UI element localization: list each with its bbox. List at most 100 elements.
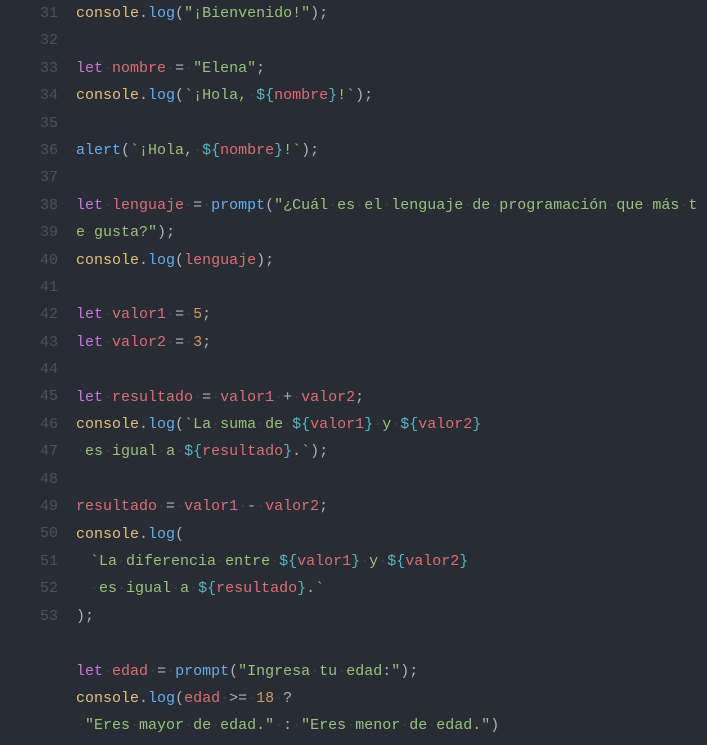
token-ws: ·	[328, 197, 337, 214]
token-str: y	[369, 553, 378, 570]
code-line[interactable]: console.log(`¡Hola,·${nombre}!`);	[76, 82, 699, 109]
token-obj: console	[76, 690, 139, 707]
code-line[interactable]: console.log(edad·>=·18·?·"Eres·mayor·de·…	[76, 685, 699, 740]
token-str: `¡Hola,	[130, 142, 193, 159]
token-ws: ·	[643, 197, 652, 214]
token-fn: prompt	[175, 663, 229, 680]
token-tpl: }	[328, 87, 337, 104]
token-ws: ·	[346, 717, 355, 734]
line-number: 53	[0, 603, 58, 630]
token-obj: console	[76, 5, 139, 22]
code-line[interactable]: `La·diferencia·entre·${valor1}·y·${valor…	[76, 548, 699, 603]
code-line[interactable]: console.log(lenguaje);	[76, 247, 699, 274]
line-number: 48	[0, 466, 58, 493]
token-op: ;	[319, 498, 328, 515]
code-line[interactable]: let·nombre·=·"Elena";	[76, 55, 699, 82]
token-str: entre	[225, 553, 270, 570]
line-number: 34	[0, 82, 58, 109]
code-line[interactable]	[76, 466, 699, 493]
token-op: -	[247, 498, 256, 515]
token-ws: ·	[382, 197, 391, 214]
token-str: que	[616, 197, 643, 214]
code-line[interactable]: let·valor2·=·3;	[76, 329, 699, 356]
token-op: =	[175, 60, 184, 77]
token-ws: ·	[337, 663, 346, 680]
token-ws: ·	[360, 553, 369, 570]
token-tpl: }	[274, 142, 283, 159]
token-pn: (	[175, 526, 184, 543]
token-op: ;	[409, 663, 418, 680]
token-op: ;	[265, 252, 274, 269]
code-line[interactable]: let·lenguaje·=·prompt("¿Cuál·es·el·lengu…	[76, 192, 699, 247]
line-number: 47	[0, 438, 58, 465]
code-line[interactable]	[76, 274, 699, 301]
token-ws: ·	[400, 717, 409, 734]
token-ws: ·	[166, 663, 175, 680]
token-op: ;	[202, 306, 211, 323]
code-line[interactable]: );	[76, 603, 699, 630]
token-ws: ·	[292, 389, 301, 406]
code-line[interactable]: let·edad·=·prompt("Ingresa·tu·edad:");	[76, 658, 699, 685]
token-pn: )	[310, 443, 319, 460]
token-ws: ·	[211, 389, 220, 406]
token-fn: log	[148, 526, 175, 543]
token-tpl: }	[364, 416, 373, 433]
token-str: !`	[337, 87, 355, 104]
code-line[interactable]: alert(`¡Hola,·${nombre}!`);	[76, 137, 699, 164]
token-str: gusta?"	[94, 224, 157, 241]
token-op: ;	[355, 389, 364, 406]
code-line[interactable]: console.log("¡Bienvenido!");	[76, 0, 699, 27]
code-line[interactable]: resultado·=·valor1·-·valor2;	[76, 493, 699, 520]
token-ws: ·	[270, 553, 279, 570]
code-editor[interactable]: 3132333435363738394041424344454647484950…	[0, 0, 707, 745]
token-var: valor1	[220, 389, 274, 406]
token-str: a	[166, 443, 175, 460]
token-ws: ·	[391, 416, 400, 433]
token-op: =	[202, 389, 211, 406]
line-number: 43	[0, 329, 58, 356]
token-kw: let	[76, 334, 103, 351]
code-line[interactable]	[76, 164, 699, 191]
token-str: "Ingresa	[238, 663, 310, 680]
token-ws: ·	[256, 416, 265, 433]
token-ws: ·	[117, 580, 126, 597]
code-line[interactable]: console.log(	[76, 521, 699, 548]
token-str: "Elena"	[193, 60, 256, 77]
token-str: edad."	[436, 717, 490, 734]
code-line[interactable]	[76, 630, 699, 657]
token-op: ;	[256, 60, 265, 77]
code-line[interactable]: let·valor1·=·5;	[76, 301, 699, 328]
token-kw: let	[76, 663, 103, 680]
token-var: valor2	[112, 334, 166, 351]
token-ws: ·	[310, 663, 319, 680]
code-line[interactable]	[76, 110, 699, 137]
token-ws: ·	[202, 197, 211, 214]
token-ws: ·	[274, 717, 283, 734]
token-op: :	[283, 717, 292, 734]
code-line[interactable]: let·resultado·=·valor1·+·valor2;	[76, 384, 699, 411]
token-var: edad	[184, 690, 220, 707]
line-number: 51	[0, 548, 58, 575]
token-obj: console	[76, 416, 139, 433]
code-line[interactable]	[76, 356, 699, 383]
line-number: 41	[0, 274, 58, 301]
code-line[interactable]: console.log(`La·suma·de·${valor1}·y·${va…	[76, 411, 699, 466]
token-str: más	[652, 197, 679, 214]
token-ws: ·	[216, 553, 225, 570]
token-tpl: ${	[202, 142, 220, 159]
token-var: valor2	[265, 498, 319, 515]
token-var: valor1	[112, 306, 166, 323]
token-ws: ·	[292, 717, 301, 734]
token-ws: ·	[103, 306, 112, 323]
token-fn: log	[148, 252, 175, 269]
token-pn: )	[256, 252, 265, 269]
code-content[interactable]: console.log("¡Bienvenido!"); let·nombre·=…	[76, 0, 707, 745]
token-var: resultado	[216, 580, 297, 597]
code-line[interactable]	[76, 27, 699, 54]
token-pn: )	[400, 663, 409, 680]
token-ws: ·	[355, 197, 364, 214]
token-var: valor1	[310, 416, 364, 433]
token-tpl: ${	[184, 443, 202, 460]
token-str: "¿Cuál	[274, 197, 328, 214]
token-ws: ·	[171, 580, 180, 597]
